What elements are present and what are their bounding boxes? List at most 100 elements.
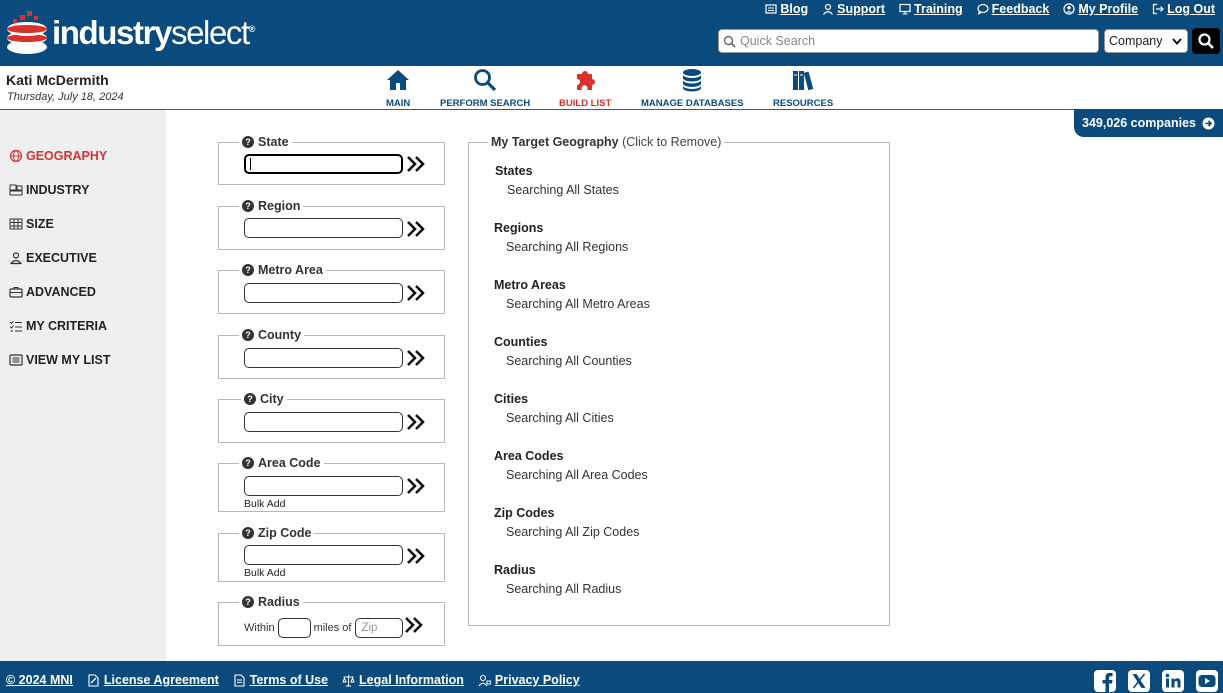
help-icon[interactable]: ? xyxy=(242,329,254,341)
help-icon[interactable]: ? xyxy=(244,393,256,405)
feedback-link[interactable]: Feedback xyxy=(977,2,1049,16)
support-link[interactable]: Support xyxy=(822,2,885,16)
radius-row: Within miles of Zip xyxy=(244,618,404,638)
industry-icon xyxy=(9,184,23,196)
target-section-radius[interactable]: Radius Searching All Radius xyxy=(494,563,621,596)
document-icon xyxy=(234,673,245,687)
add-region-arrow-icon[interactable] xyxy=(405,219,427,239)
nav-manage-databases[interactable]: MANAGE DATABASES xyxy=(641,68,744,109)
target-geography-panel: My Target Geography (Click to Remove) St… xyxy=(468,135,890,626)
radius-zip-input[interactable]: Zip xyxy=(355,618,404,638)
help-icon[interactable]: ? xyxy=(242,200,254,212)
help-icon[interactable]: ? xyxy=(242,596,254,608)
arrow-circle-right-icon xyxy=(1202,117,1215,129)
sidebar-item-my-criteria[interactable]: MY CRITERIA xyxy=(9,319,107,333)
logout-icon xyxy=(1152,3,1164,15)
person-icon xyxy=(9,252,23,265)
nav-perform-search[interactable]: PERFORM SEARCH xyxy=(440,68,530,109)
blog-icon xyxy=(765,4,777,14)
youtube-icon[interactable] xyxy=(1195,669,1219,693)
nav-main[interactable]: MAIN xyxy=(386,68,410,109)
add-metro-arrow-icon[interactable] xyxy=(405,283,427,303)
logo-mark-icon xyxy=(7,11,47,54)
profile-icon xyxy=(1063,3,1075,15)
legal-information-link[interactable]: Legal Information xyxy=(342,673,464,687)
area-code-input[interactable] xyxy=(244,476,403,496)
footer-links: © 2024 MNI License Agreement Terms of Us… xyxy=(6,673,580,687)
county-legend: ? County xyxy=(239,328,305,342)
search-icon xyxy=(723,35,736,48)
user-name: Kati McDermith xyxy=(6,72,109,88)
help-icon[interactable]: ? xyxy=(242,457,254,469)
zip-code-fieldset: ? Zip Code Bulk Add xyxy=(218,526,445,582)
blog-link[interactable]: Blog xyxy=(765,2,808,16)
search-button[interactable] xyxy=(1192,28,1220,54)
search-type-select[interactable]: Company xyxy=(1104,29,1188,53)
terms-of-use-link[interactable]: Terms of Use xyxy=(233,673,328,687)
help-icon[interactable]: ? xyxy=(242,264,254,276)
chevron-down-icon xyxy=(1172,37,1182,45)
metro-area-fieldset: ? Metro Area xyxy=(218,263,445,314)
training-link[interactable]: Training xyxy=(899,2,963,16)
target-section-counties[interactable]: Counties Searching All Counties xyxy=(494,335,632,368)
add-state-arrow-icon[interactable] xyxy=(405,154,427,174)
city-legend: ? City xyxy=(241,392,287,406)
current-date: Thursday, July 18, 2024 xyxy=(7,91,124,103)
globe-icon xyxy=(9,149,23,163)
area-code-legend: ? Area Code xyxy=(239,456,324,470)
zip-code-legend: ? Zip Code xyxy=(239,526,315,540)
add-area-code-arrow-icon[interactable] xyxy=(405,476,427,496)
target-section-regions[interactable]: Regions Searching All Regions xyxy=(494,221,628,254)
add-city-arrow-icon[interactable] xyxy=(405,412,427,432)
privacy-icon xyxy=(478,674,491,686)
sidebar-item-size[interactable]: SIZE xyxy=(9,217,54,231)
sidebar-item-advanced[interactable]: ADVANCED xyxy=(9,285,96,299)
sidebar-item-executive[interactable]: EXECUTIVE xyxy=(9,251,97,265)
license-agreement-link[interactable]: License Agreement xyxy=(87,673,219,687)
log-out-link[interactable]: Log Out xyxy=(1152,2,1215,16)
area-code-bulk-add-link[interactable]: Bulk Add xyxy=(244,498,285,510)
my-profile-link[interactable]: My Profile xyxy=(1063,2,1138,16)
criteria-sidebar: GEOGRAPHY INDUSTRY SIZE EXECUTIVE ADVANC… xyxy=(0,110,166,661)
copyright-link[interactable]: © 2024 MNI xyxy=(6,673,73,687)
target-section-zip-codes[interactable]: Zip Codes Searching All Zip Codes xyxy=(494,506,639,539)
quick-search-input[interactable] xyxy=(740,34,1080,48)
add-county-arrow-icon[interactable] xyxy=(405,348,427,368)
state-input[interactable] xyxy=(244,154,403,174)
add-radius-arrow-icon[interactable] xyxy=(403,615,425,635)
city-input[interactable] xyxy=(244,412,403,432)
target-section-states[interactable]: States Searching All States xyxy=(495,164,619,197)
target-section-metro-areas[interactable]: Metro Areas Searching All Metro Areas xyxy=(494,278,650,311)
help-icon[interactable]: ? xyxy=(242,136,254,148)
x-icon[interactable] xyxy=(1127,669,1151,693)
target-section-area-codes[interactable]: Area Codes Searching All Area Codes xyxy=(494,449,648,482)
county-input[interactable] xyxy=(244,348,403,368)
add-zip-arrow-icon[interactable] xyxy=(405,546,427,566)
radius-miles-input[interactable] xyxy=(277,618,311,638)
privacy-policy-link[interactable]: Privacy Policy xyxy=(478,673,580,687)
linkedin-icon[interactable] xyxy=(1161,669,1185,693)
nav-build-list[interactable]: BUILD LIST xyxy=(559,68,611,109)
magnifier-icon xyxy=(474,69,497,92)
company-count-badge[interactable]: 349,026 companies xyxy=(1074,109,1223,137)
target-geography-legend: My Target Geography (Click to Remove) xyxy=(488,135,725,149)
zip-code-bulk-add-link[interactable]: Bulk Add xyxy=(244,567,285,579)
industryselect-logo[interactable]: industryselect® xyxy=(6,8,255,58)
quick-search-field[interactable] xyxy=(718,29,1099,53)
nav-resources[interactable]: RESOURCES xyxy=(773,68,833,109)
top-links: Blog Support Training Feedback My Profil… xyxy=(765,2,1215,16)
briefcase-icon xyxy=(9,287,23,298)
scales-icon xyxy=(342,674,355,686)
sidebar-item-geography[interactable]: GEOGRAPHY xyxy=(9,149,107,163)
sidebar-item-industry[interactable]: INDUSTRY xyxy=(9,183,89,197)
metro-area-input[interactable] xyxy=(244,283,403,303)
license-icon xyxy=(88,673,99,687)
books-icon xyxy=(793,71,814,91)
city-fieldset: ? City xyxy=(218,392,445,443)
help-icon[interactable]: ? xyxy=(242,527,254,539)
sidebar-item-view-my-list[interactable]: VIEW MY LIST xyxy=(9,353,111,367)
target-section-cities[interactable]: Cities Searching All Cities xyxy=(494,392,614,425)
facebook-icon[interactable] xyxy=(1093,669,1117,693)
zip-code-input[interactable] xyxy=(244,545,403,565)
region-input[interactable] xyxy=(244,218,403,238)
